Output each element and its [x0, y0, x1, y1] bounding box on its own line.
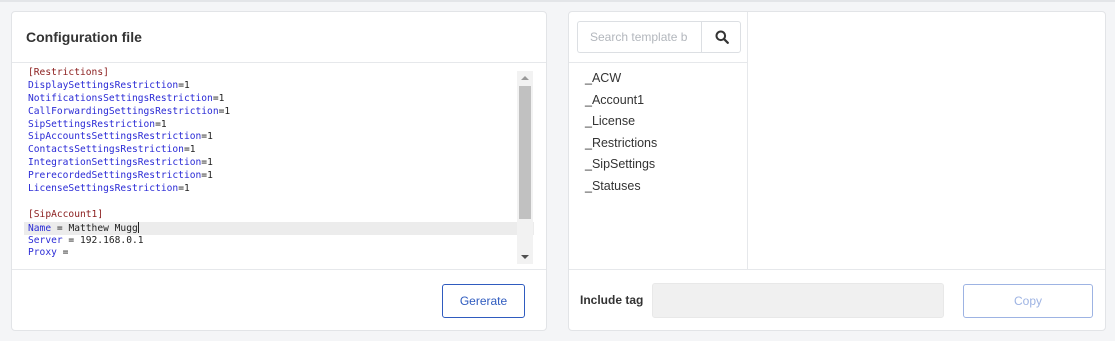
- template-item[interactable]: _Statuses: [585, 178, 657, 200]
- template-panel: _ACW_Account1_License_Restrictions_SipSe…: [568, 11, 1106, 331]
- scroll-down-arrow-icon[interactable]: [517, 250, 533, 264]
- editor-line: SipSettingsRestriction=1: [28, 118, 167, 130]
- editor-scrollbar[interactable]: [517, 71, 533, 264]
- editor-line: LicenseSettingsRestriction=1: [28, 183, 190, 195]
- editor-line: NotificationsSettingsRestriction=1: [28, 92, 225, 104]
- template-item[interactable]: _ACW: [585, 70, 657, 92]
- search-template-input[interactable]: [577, 21, 702, 53]
- include-tag-label: Include tag: [580, 293, 644, 307]
- editor-line: PrerecordedSettingsRestriction=1: [28, 170, 213, 182]
- copy-button[interactable]: Copy: [963, 284, 1093, 318]
- template-list: _ACW _Account1 _License _Restrictions _SipSe…: [585, 70, 657, 200]
- top-border: [0, 0, 1115, 2]
- divider: [12, 62, 546, 63]
- generate-button[interactable]: Gererate: [442, 284, 525, 318]
- template-item[interactable]: _Account1: [585, 92, 657, 114]
- editor-line: Server = 192.168.0.1: [28, 234, 144, 246]
- scroll-thumb[interactable]: [519, 86, 531, 219]
- divider: [569, 269, 1105, 270]
- template-item[interactable]: _Restrictions: [585, 135, 657, 157]
- editor-line: ContactsSettingsRestriction=1: [28, 144, 196, 156]
- divider: [12, 269, 546, 270]
- template-item[interactable]: _License: [585, 113, 657, 135]
- editor-line: SipAccountsSettingsRestriction=1: [28, 131, 213, 143]
- template-item[interactable]: _SipSettings: [585, 156, 657, 178]
- editor-line: Proxy =: [28, 247, 75, 259]
- configuration-panel: Configuration file [Restrictions] Display…: [11, 11, 547, 331]
- editor-line: IntegrationSettingsRestriction=1: [28, 157, 213, 169]
- search-button[interactable]: [701, 21, 741, 53]
- editor-line: [SipAccount1]: [28, 208, 104, 220]
- config-editor[interactable]: [Restrictions] DisplaySettingsRestriction…: [24, 67, 534, 265]
- editor-line: DisplaySettingsRestriction=1: [28, 79, 190, 91]
- search-icon: [715, 30, 729, 44]
- divider: [569, 62, 747, 63]
- panel-title: Configuration file: [26, 29, 142, 45]
- editor-line: [Restrictions]: [28, 67, 109, 78]
- editor-line: CallForwardingSettingsRestriction=1: [28, 105, 231, 117]
- scroll-up-arrow-icon[interactable]: [517, 71, 533, 85]
- vertical-divider: [747, 12, 748, 269]
- editor-line: Name = Matthew Mugg: [24, 221, 534, 235]
- include-tag-field[interactable]: [652, 283, 944, 318]
- text-cursor: [137, 221, 139, 233]
